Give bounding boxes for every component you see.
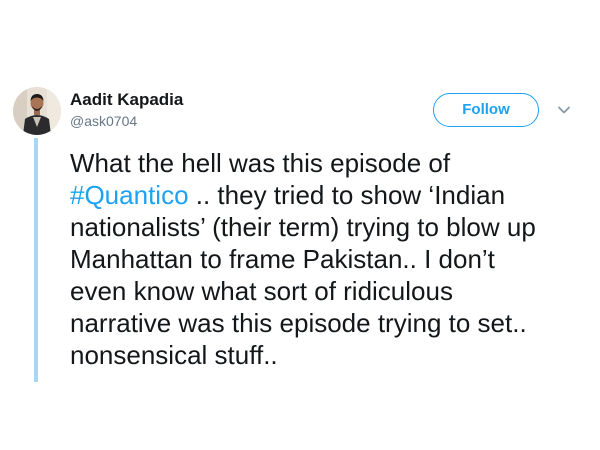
- avatar[interactable]: [13, 87, 61, 135]
- author-handle[interactable]: @ask0704: [70, 112, 183, 130]
- tweet-text-line: nationalists’ (their term) trying to blo…: [70, 212, 536, 242]
- tweet-text-line: What the hell was this episode of: [70, 148, 451, 178]
- follow-button[interactable]: Follow: [433, 93, 539, 127]
- tweet-text-line: Manhattan to frame Pakistan.. I don’t: [70, 244, 495, 274]
- tweet-text-segment: .. they tried to show ‘Indian: [188, 180, 506, 210]
- tweet: Aadit Kapadia @ask0704 Follow What the h…: [0, 0, 600, 450]
- hashtag-link[interactable]: #Quantico: [70, 180, 189, 210]
- tweet-text-line: #Quantico .. they tried to show ‘Indian: [70, 179, 580, 211]
- chevron-down-icon[interactable]: [556, 102, 572, 118]
- tweet-text-line: nonsensical stuff..: [70, 340, 278, 370]
- thread-line: [34, 138, 38, 382]
- tweet-text: What the hell was this episode of #Quant…: [70, 147, 580, 371]
- tweet-text-line: narrative was this episode trying to set…: [70, 308, 527, 338]
- author-info: Aadit Kapadia @ask0704: [70, 89, 183, 130]
- author-display-name[interactable]: Aadit Kapadia: [70, 89, 183, 110]
- tweet-text-line: even know what sort of ridiculous: [70, 276, 453, 306]
